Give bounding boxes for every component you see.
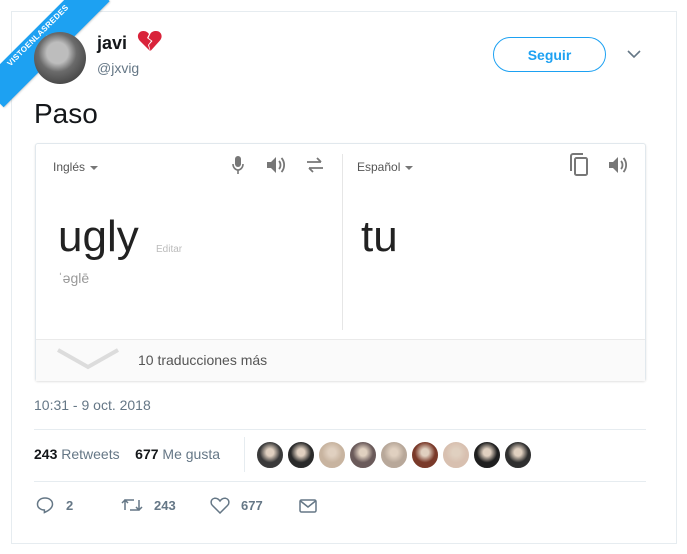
caret-down-icon <box>90 165 99 170</box>
tweet-timestamp[interactable]: 10:31 - 9 oct. 2018 <box>34 397 151 413</box>
speaker-icon[interactable] <box>265 155 287 175</box>
divider <box>34 429 646 430</box>
reply-count[interactable]: 2 <box>66 498 73 513</box>
author-handle[interactable]: @jxvig <box>97 60 139 76</box>
retweets-stat[interactable]: 243 Retweets <box>34 446 120 462</box>
liker-avatar[interactable] <box>442 441 470 469</box>
swap-languages-icon[interactable] <box>304 156 326 174</box>
copy-icon[interactable] <box>568 153 590 177</box>
speaker-icon[interactable] <box>607 155 629 175</box>
liker-avatar[interactable] <box>411 441 439 469</box>
retweet-count[interactable]: 243 <box>154 498 176 513</box>
likes-stat[interactable]: 677 Me gusta <box>135 446 220 462</box>
caret-down-icon <box>405 165 414 170</box>
chevron-down-icon[interactable] <box>626 48 642 60</box>
heart-icon[interactable] <box>210 497 230 514</box>
follow-button[interactable]: Seguir <box>493 37 606 72</box>
divider <box>244 437 245 472</box>
microphone-icon[interactable] <box>231 155 245 175</box>
divider <box>34 481 646 482</box>
likes-count: 677 <box>135 446 159 462</box>
translated-text: tu <box>361 212 398 261</box>
edit-link[interactable]: Editar <box>156 244 182 255</box>
liker-avatar[interactable] <box>504 441 532 469</box>
source-language-select[interactable]: Inglés <box>53 160 99 174</box>
like-count[interactable]: 677 <box>241 498 263 513</box>
liker-avatar[interactable] <box>287 441 315 469</box>
likes-label: Me gusta <box>162 446 221 462</box>
engagement-stats: 243 Retweets 677 Me gusta <box>34 446 220 462</box>
chevron-down-icon <box>57 348 119 370</box>
retweet-icon[interactable] <box>120 497 144 513</box>
panel-divider <box>342 154 343 330</box>
source-text[interactable]: ugly <box>58 212 139 262</box>
liker-avatar[interactable] <box>380 441 408 469</box>
reply-icon[interactable] <box>36 496 54 514</box>
source-language-label: Inglés <box>53 160 86 174</box>
target-language-label: Español <box>357 160 401 174</box>
tweet-text: Paso <box>34 98 98 129</box>
broken-heart-icon <box>137 31 162 51</box>
retweets-count: 243 <box>34 446 58 462</box>
target-language-select[interactable]: Español <box>357 160 414 174</box>
liker-avatar[interactable] <box>349 441 377 469</box>
avatar[interactable] <box>34 32 86 84</box>
direct-message-icon[interactable] <box>299 499 317 513</box>
more-translations-bar[interactable]: 10 traducciones más <box>36 339 645 381</box>
more-translations-label: 10 traducciones más <box>138 352 268 368</box>
liker-avatar[interactable] <box>318 441 346 469</box>
translation-card: Inglés Español ugly Editar ˈəglē tu 10 t… <box>35 143 646 381</box>
retweets-label: Retweets <box>61 446 120 462</box>
liker-avatar[interactable] <box>256 441 284 469</box>
author-name[interactable]: javi <box>97 33 127 54</box>
phonetic-text: ˈəglē <box>58 270 90 286</box>
liker-avatar[interactable] <box>473 441 501 469</box>
